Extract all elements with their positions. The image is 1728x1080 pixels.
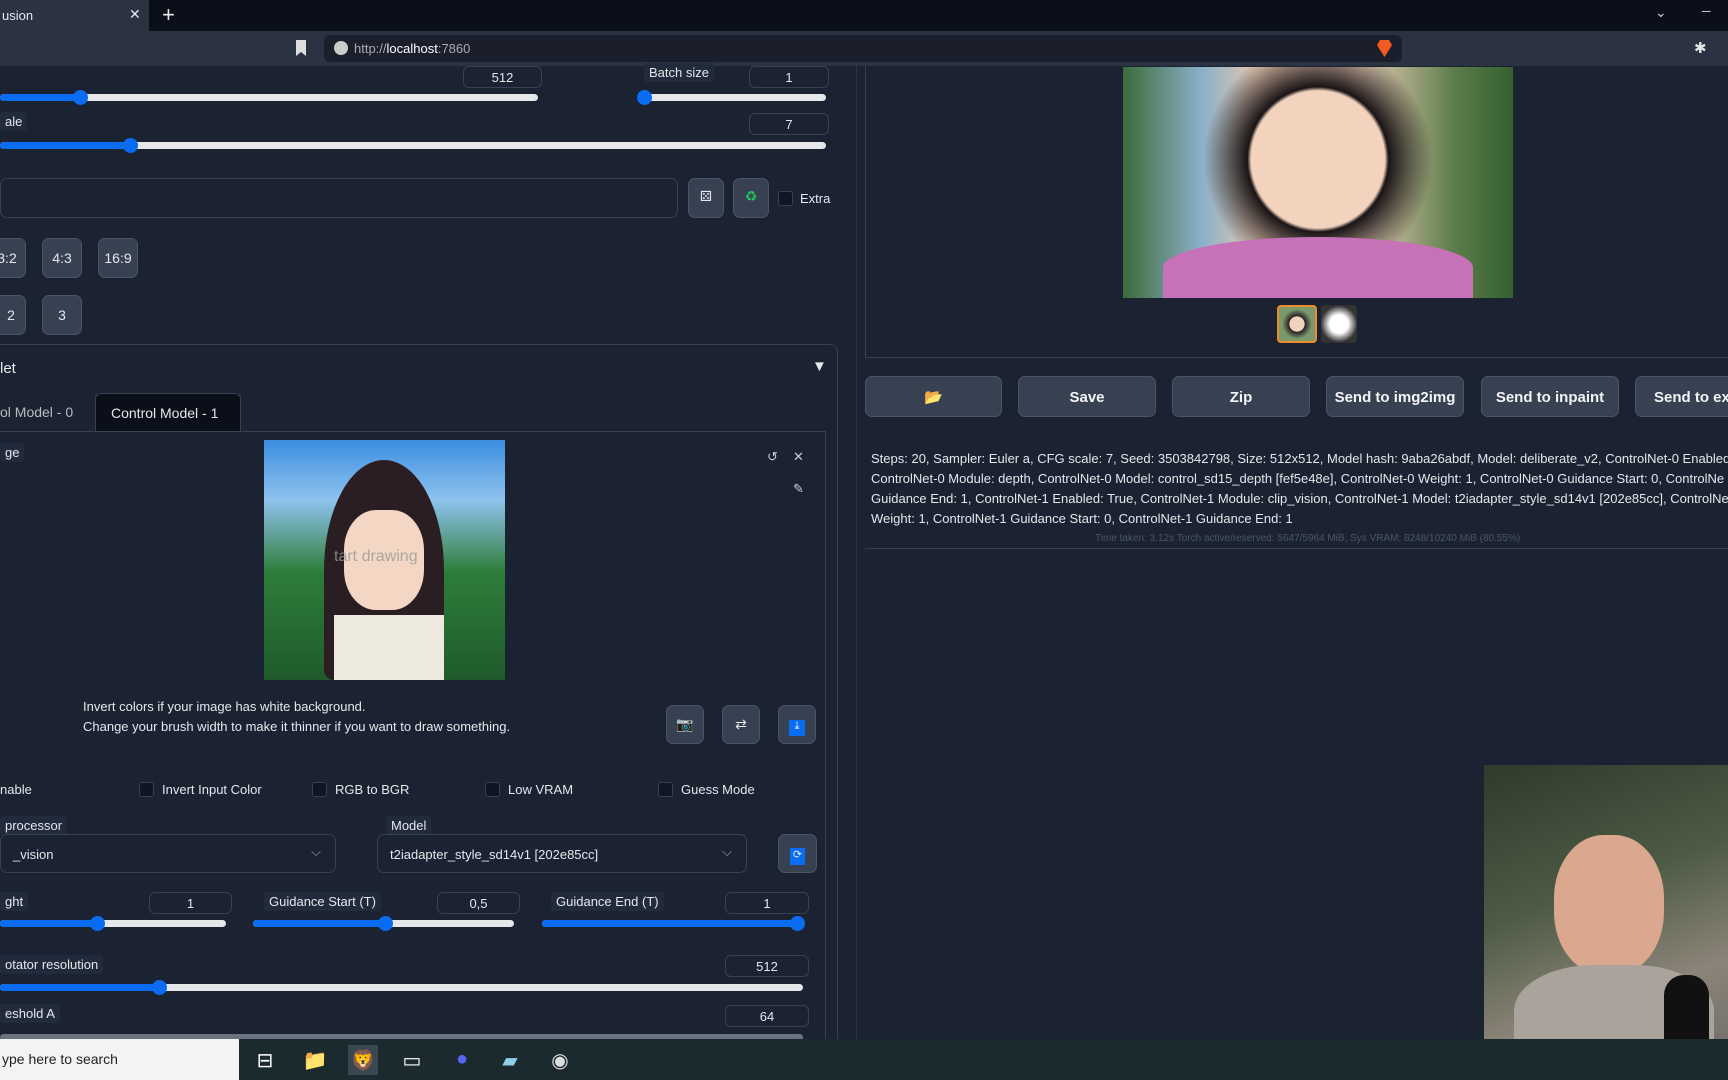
zip-button[interactable]: Zip (1172, 376, 1310, 417)
brave-browser-icon[interactable]: 🦁 (348, 1045, 378, 1075)
tab-control-model-1[interactable]: Control Model - 1 (95, 393, 241, 432)
rgb-to-bgr-checkbox[interactable] (312, 782, 327, 797)
weight-slider[interactable] (0, 916, 226, 931)
guidance-start-label: Guidance Start (T) (264, 892, 381, 911)
tab-control-model-0[interactable]: ol Model - 0 (0, 393, 95, 431)
weight-label: ght (0, 892, 29, 911)
control-image-canvas[interactable]: tart drawing (264, 440, 505, 680)
invert-input-color-checkbox[interactable] (139, 782, 154, 797)
browser-tab-bar (0, 0, 1728, 31)
random-seed-dice-icon[interactable]: ⚄ (688, 178, 724, 218)
generation-info-line: Weight: 1, ControlNet-1 Guidance Start: … (871, 511, 1293, 526)
canvas-hint: tart drawing (334, 548, 418, 565)
annotator-resolution-value[interactable]: 512 (725, 955, 809, 977)
guidance-end-slider[interactable] (542, 916, 805, 931)
clear-image-icon[interactable]: ✕ (793, 449, 804, 465)
guidance-start-value[interactable]: 0,5 (437, 892, 520, 914)
terminal-icon[interactable]: ▭ (397, 1045, 427, 1075)
threshold-a-value[interactable]: 64 (725, 1005, 809, 1027)
preprocessor-label: processor (0, 816, 68, 835)
guidance-end-label: Guidance End (T) (551, 892, 664, 911)
generation-info-line: Steps: 20, Sampler: Euler a, CFG scale: … (871, 451, 1728, 466)
url-field[interactable]: http://localhost:7860 (324, 35, 1402, 62)
cfg-scale-slider[interactable] (0, 138, 826, 153)
webcam-camera-icon[interactable]: 📷 (666, 705, 704, 744)
ratio-3-2-button[interactable]: 3:2 (0, 238, 26, 278)
browser-tab[interactable]: usion (0, 0, 149, 31)
gallery-thumbnail-1[interactable] (1277, 305, 1317, 343)
send-to-inpaint-button[interactable]: Send to inpaint (1481, 376, 1619, 417)
annotator-resolution-label: otator resolution (0, 955, 104, 974)
cfg-scale-label: ale (0, 112, 28, 131)
extensions-icon[interactable]: ✱ (1694, 39, 1707, 57)
controlnet-title[interactable]: let (0, 360, 16, 377)
refresh-models-icon[interactable]: ⟳ (778, 834, 817, 873)
discord-icon[interactable]: ● (447, 1045, 477, 1075)
info-icon[interactable] (334, 41, 348, 55)
model-label: Model (386, 816, 432, 835)
time-taken-text: Time taken: 3.12s Torch active/reserved:… (1095, 533, 1521, 544)
save-button[interactable]: Save (1018, 376, 1156, 417)
help-text-brush: Change your brush width to make it thinn… (83, 719, 511, 734)
batch-size-label: Batch size (644, 63, 714, 82)
generated-image[interactable] (1123, 67, 1513, 298)
obs-recording-icon[interactable]: ◉ (545, 1045, 575, 1075)
cfg-scale-value[interactable]: 7 (749, 113, 829, 135)
guidance-start-slider[interactable] (253, 916, 514, 931)
invert-input-color-label: Invert Input Color (162, 782, 262, 797)
preprocessor-dropdown[interactable]: _vision ⌵ (0, 834, 336, 873)
model-dropdown[interactable]: t2iadapter_style_sd14v1 [202e85cc] ⌵ (377, 834, 747, 873)
task-view-icon[interactable]: ⊟ (250, 1045, 280, 1075)
send-to-extras-button[interactable]: Send to ext (1635, 376, 1728, 417)
help-text-invert: Invert colors if your image has white ba… (83, 699, 366, 714)
ratio-4-3-button[interactable]: 4:3 (42, 238, 82, 278)
width-value[interactable]: 512 (463, 66, 542, 88)
batch-size-value[interactable]: 1 (749, 66, 829, 88)
batch-size-slider[interactable] (637, 90, 826, 105)
ratio-16-9-button[interactable]: 16:9 (98, 238, 138, 278)
chevron-down-icon: ⌵ (722, 844, 732, 859)
image-label: ge (0, 443, 25, 462)
guidance-end-value[interactable]: 1 (725, 892, 809, 914)
tab-title: usion (2, 8, 34, 23)
generation-info-line: Guidance End: 1, ControlNet-1 Enabled: T… (871, 491, 1728, 506)
send-to-img2img-button[interactable]: Send to img2img (1326, 376, 1464, 417)
undo-icon[interactable]: ↺ (767, 449, 778, 465)
taskbar-search-input[interactable]: ype here to search (0, 1039, 239, 1080)
chevron-down-icon: ⌵ (311, 844, 321, 859)
swap-arrows-icon[interactable]: ⇄ (722, 705, 760, 744)
send-dimensions-icon[interactable]: ⤓ (778, 705, 816, 744)
guess-mode-checkbox[interactable] (658, 782, 673, 797)
brush-icon[interactable]: ✎ (793, 481, 804, 497)
low-vram-label: Low VRAM (508, 782, 574, 797)
rgb-to-bgr-label: RGB to BGR (335, 782, 410, 797)
generation-info-line: ControlNet-0 Module: depth, ControlNet-0… (871, 471, 1725, 486)
notes-app-icon[interactable]: ▰ (495, 1045, 525, 1075)
guess-mode-label: Guess Mode (681, 782, 755, 797)
tab-list-chevron-icon[interactable]: ⌄ (1655, 4, 1667, 21)
seed-input[interactable] (0, 178, 678, 218)
extra-label: Extra (800, 191, 831, 206)
width-slider[interactable] (0, 90, 538, 105)
threshold-a-label: eshold A (0, 1004, 60, 1023)
close-tab-icon[interactable]: ✕ (129, 6, 141, 23)
minimize-icon[interactable]: ─ (1702, 4, 1711, 18)
annotator-resolution-slider[interactable] (0, 980, 803, 995)
webcam-overlay (1484, 765, 1728, 1080)
extra-checkbox[interactable] (778, 191, 793, 206)
new-tab-icon[interactable]: + (162, 2, 175, 28)
collapse-triangle-icon[interactable]: ▼ (812, 358, 827, 375)
weight-value[interactable]: 1 (149, 892, 232, 914)
enable-label: nable (0, 782, 32, 797)
info-divider (865, 548, 1728, 549)
multiplier-3-button[interactable]: 3 (42, 295, 82, 335)
multiplier-2-button[interactable]: 2 (0, 295, 26, 335)
file-explorer-icon[interactable]: 📁 (300, 1045, 330, 1075)
gallery-thumbnail-2[interactable] (1321, 305, 1357, 343)
open-folder-icon[interactable]: 📂 (865, 376, 1002, 417)
reuse-seed-recycle-icon[interactable]: ♻ (733, 178, 769, 218)
low-vram-checkbox[interactable] (485, 782, 500, 797)
